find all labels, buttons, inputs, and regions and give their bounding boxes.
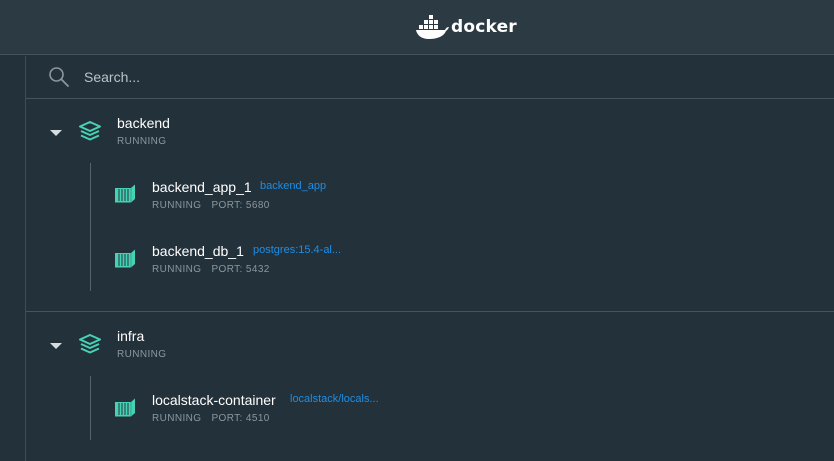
group-tree-line xyxy=(90,163,91,291)
collapse-infra-caret-icon[interactable] xyxy=(50,343,62,349)
docker-brand: docker xyxy=(415,14,517,40)
container-meta: RUNNING PORT: 5680 xyxy=(152,200,280,211)
brand-name: docker xyxy=(451,17,517,37)
container-name[interactable]: localstack-container xyxy=(152,392,276,408)
container-icon xyxy=(115,184,135,203)
left-border xyxy=(25,56,26,461)
container-image-link[interactable]: localstack/locals... xyxy=(290,393,379,405)
container-icon xyxy=(115,249,135,268)
group-divider xyxy=(26,311,834,312)
group-status-backend: RUNNING xyxy=(117,136,167,147)
collapse-backend-caret-icon[interactable] xyxy=(50,130,62,136)
group-name-backend[interactable]: backend xyxy=(117,115,170,131)
group-tree-line xyxy=(90,376,91,440)
search-icon xyxy=(49,67,69,87)
stack-icon xyxy=(79,334,101,354)
group-status-infra: RUNNING xyxy=(117,349,167,360)
docker-logo-icon xyxy=(416,15,449,39)
container-image-link[interactable]: backend_app xyxy=(260,180,326,192)
search-bar xyxy=(26,56,834,99)
container-status: RUNNING xyxy=(152,200,202,211)
container-image-link[interactable]: postgres:15.4-al... xyxy=(253,244,341,256)
container-name[interactable]: backend_app_1 xyxy=(152,179,252,195)
group-name-infra[interactable]: infra xyxy=(117,328,144,344)
stack-icon xyxy=(79,121,101,141)
container-name[interactable]: backend_db_1 xyxy=(152,243,244,259)
container-status: RUNNING xyxy=(152,413,202,424)
container-meta: RUNNING PORT: 5432 xyxy=(152,264,280,275)
container-icon xyxy=(115,398,135,417)
container-port: PORT: 4510 xyxy=(211,413,270,424)
container-status: RUNNING xyxy=(152,264,202,275)
container-port: PORT: 5432 xyxy=(211,264,270,275)
search-input[interactable] xyxy=(84,64,784,90)
top-bar: docker xyxy=(0,0,834,55)
container-meta: RUNNING PORT: 4510 xyxy=(152,413,280,424)
container-port: PORT: 5680 xyxy=(211,200,270,211)
